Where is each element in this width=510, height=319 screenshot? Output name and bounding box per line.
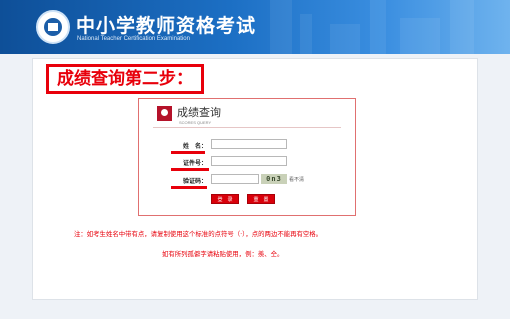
header-decoration (330, 24, 360, 54)
id-number-label: 证件号： (182, 160, 207, 167)
id-number-input[interactable] (211, 156, 287, 166)
name-highlight (171, 151, 205, 154)
header-decoration (370, 0, 386, 54)
form-subtitle: SCORES QUERY (179, 120, 212, 125)
note-line-2: 如有所列孤僻字请粘贴使用，例：羨、仝。 (162, 250, 284, 258)
site-header: 中小学教师资格考试 National Teacher Certification… (0, 0, 510, 54)
header-decoration (400, 18, 440, 54)
name-label: 姓 名： (182, 143, 207, 150)
exam-logo-icon (36, 10, 70, 44)
header-decoration (270, 0, 292, 54)
captcha-label: 验证码： (182, 178, 207, 185)
header-decoration (450, 0, 474, 54)
form-divider (153, 127, 341, 128)
user-icon (157, 106, 172, 121)
site-title: 中小学教师资格考试 (76, 15, 257, 37)
captcha-image[interactable]: 0n3 (261, 174, 287, 184)
captcha-input[interactable] (211, 174, 259, 184)
login-button[interactable]: 登 录 (211, 194, 239, 204)
captcha-refresh-link[interactable]: 看不清 (289, 176, 304, 183)
step-title: 成绩查询第二步： (46, 64, 204, 94)
header-decoration (300, 14, 312, 54)
id-number-highlight (171, 168, 209, 171)
captcha-highlight (171, 186, 207, 189)
reset-button[interactable]: 重 置 (247, 194, 275, 204)
form-title: 成绩查询 (177, 106, 221, 119)
site-subtitle: National Teacher Certification Examinati… (77, 36, 190, 42)
name-input[interactable] (211, 139, 287, 149)
score-query-form: 成绩查询 SCORES QUERY 姓 名： 证件号： 验证码： 0n3 看不清… (138, 98, 356, 216)
note-line-1: 注：如考生姓名中带有点，请复制使用这个标准的点符号（·），点的两边不能再有空格。 (74, 230, 323, 238)
